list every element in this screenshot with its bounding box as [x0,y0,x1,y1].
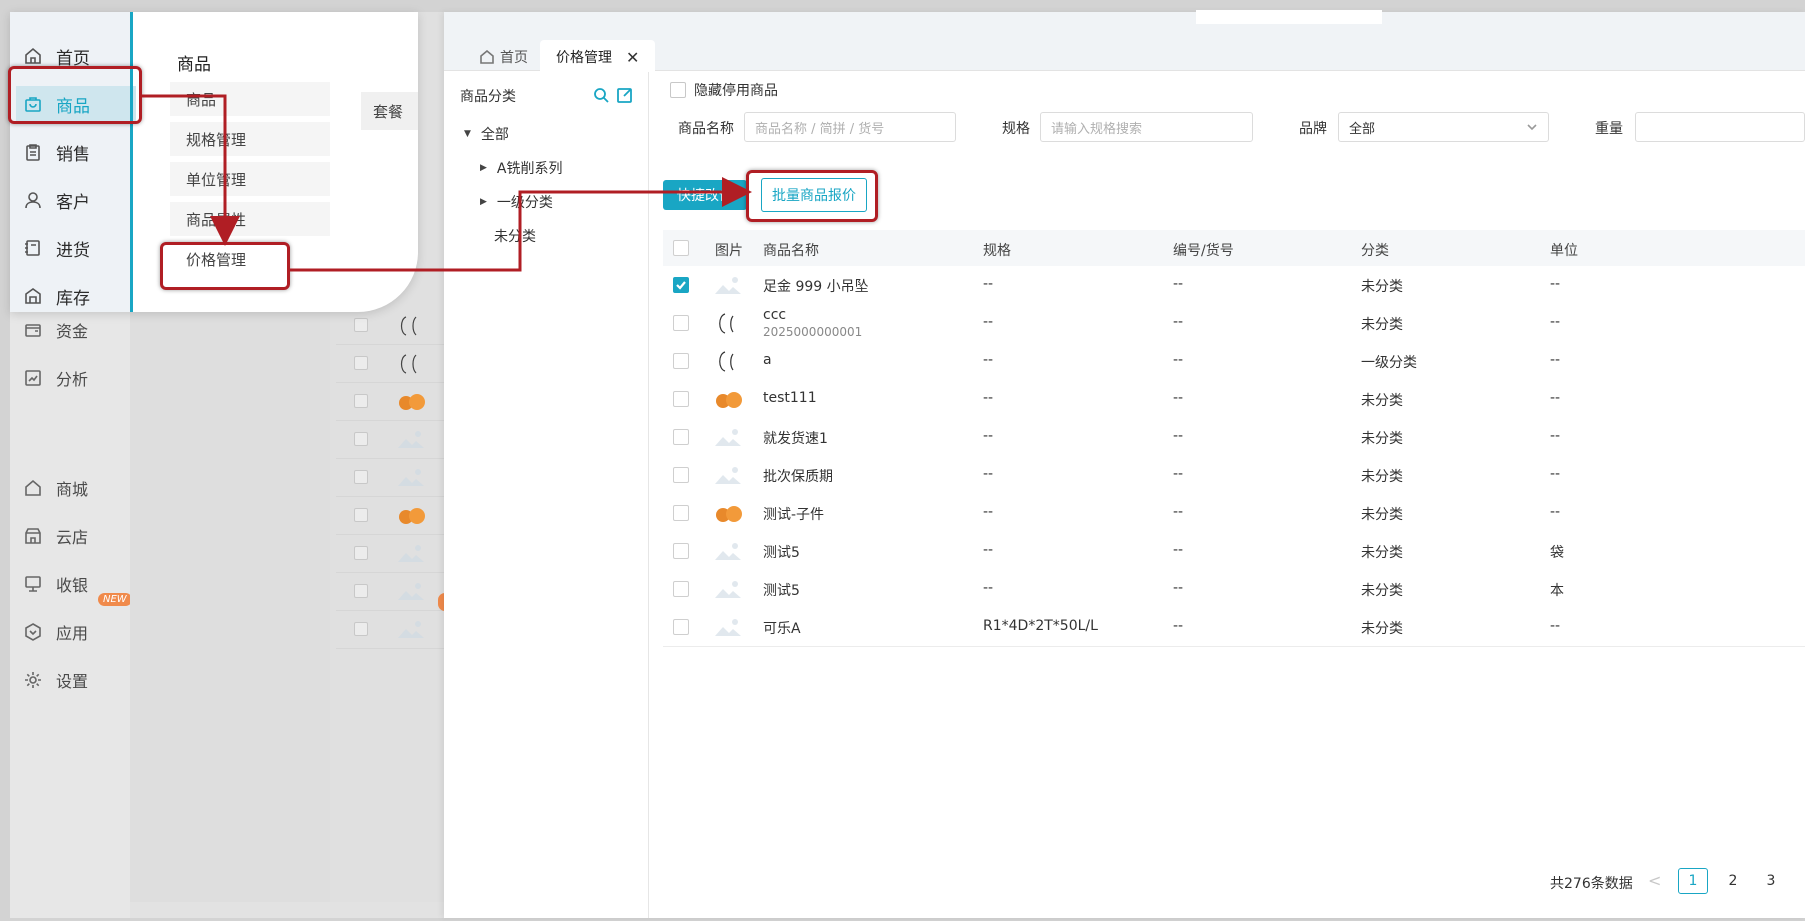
annotation-arrows [142,94,752,272]
